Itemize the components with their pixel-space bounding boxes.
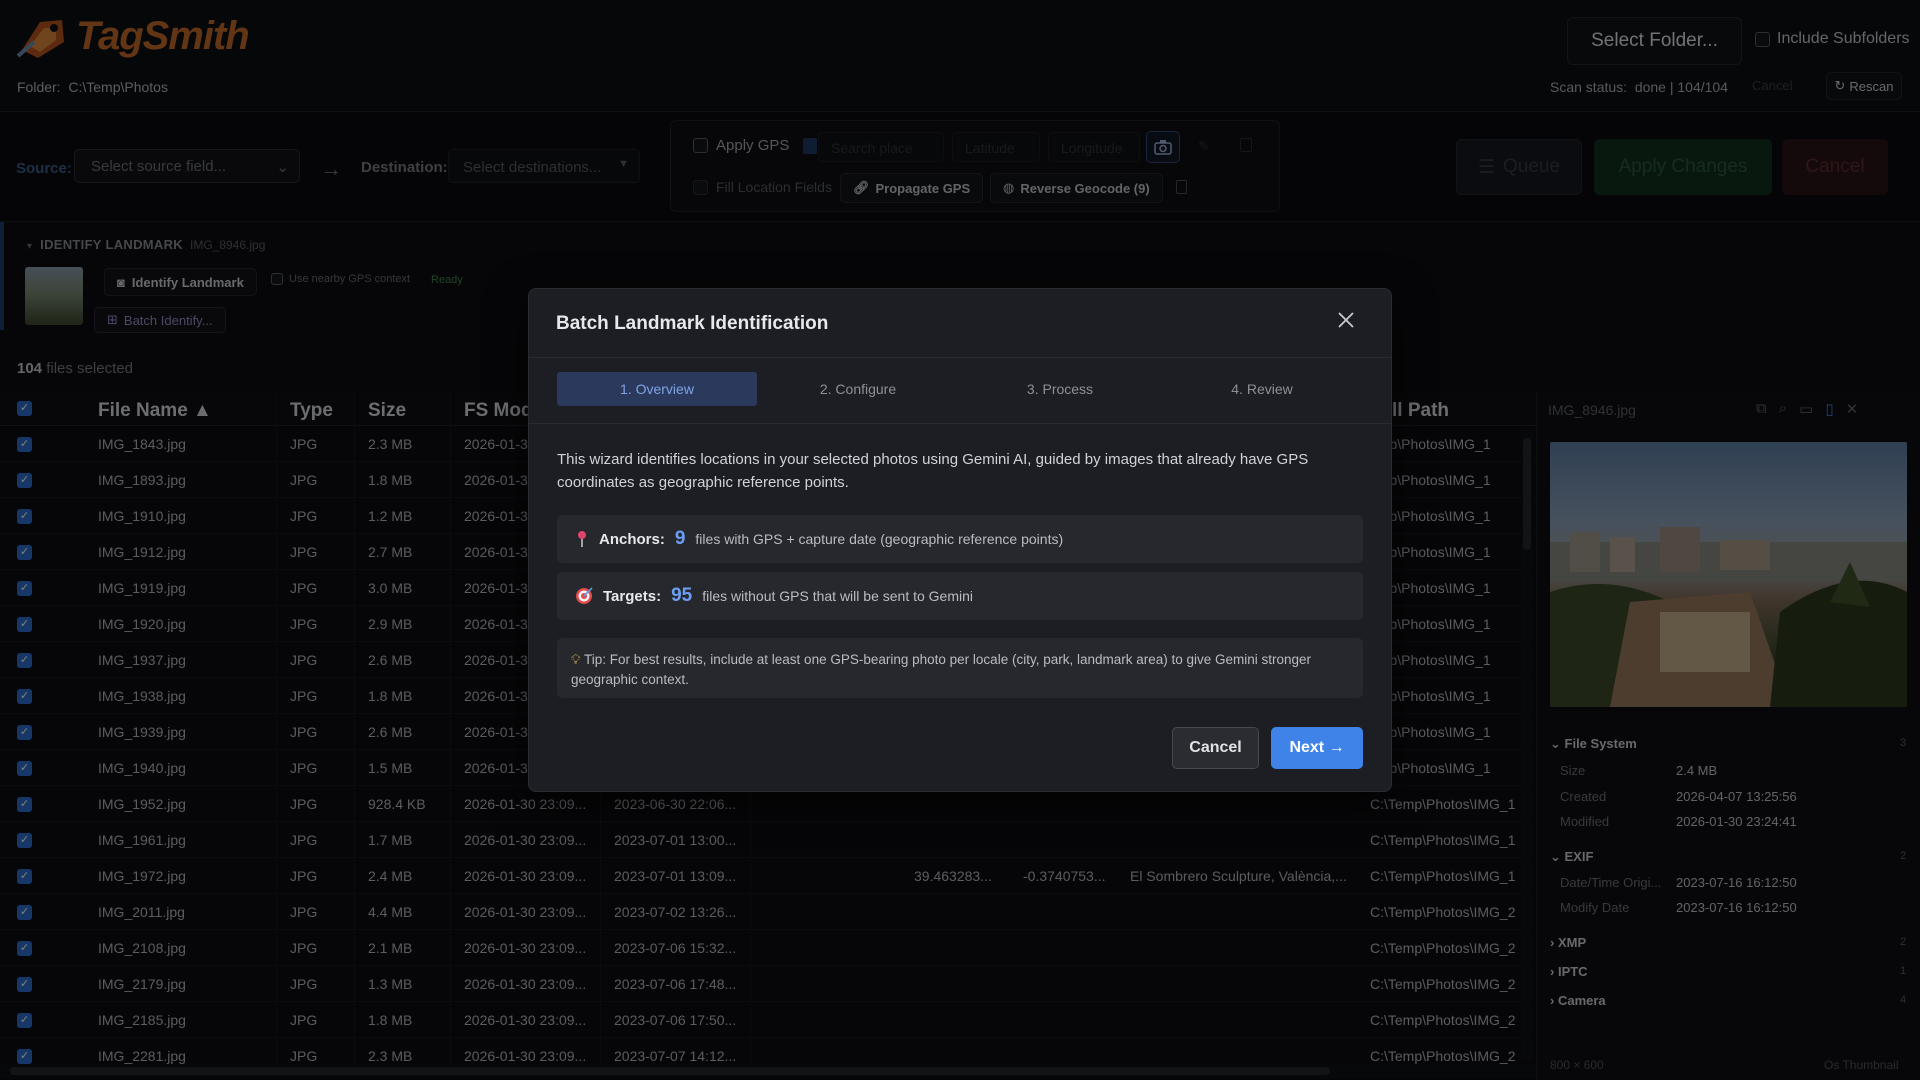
targets-label: Targets: xyxy=(603,587,662,605)
anchors-desc: files with GPS + capture date (geographi… xyxy=(695,531,1064,547)
pin-icon xyxy=(578,531,586,547)
dialog-description: This wizard identifies locations in your… xyxy=(557,451,1309,491)
targets-card: Targets: 95 files without GPS that will … xyxy=(557,572,1363,620)
dialog-cancel-button[interactable]: Cancel xyxy=(1172,727,1259,769)
step-overview[interactable]: 1. Overview xyxy=(557,372,757,406)
dialog-title: Batch Landmark Identification xyxy=(556,313,829,334)
dialog-next-button[interactable]: Next → xyxy=(1271,727,1363,769)
close-icon xyxy=(1338,312,1354,328)
anchors-card: Anchors: 9 files with GPS + capture date… xyxy=(557,515,1363,563)
divider xyxy=(529,423,1391,424)
step-process[interactable]: 3. Process xyxy=(960,372,1160,406)
close-button[interactable] xyxy=(1334,308,1358,332)
anchors-label: Anchors: xyxy=(599,530,665,548)
step-review[interactable]: 4. Review xyxy=(1162,372,1362,406)
targets-count: 95 xyxy=(671,585,693,606)
anchors-count: 9 xyxy=(674,528,686,549)
step-configure[interactable]: 2. Configure xyxy=(758,372,958,406)
tip-text: Tip: For best results, include at least … xyxy=(571,652,1312,687)
tip-box: 💡︎ Tip: For best results, include at lea… xyxy=(557,638,1363,698)
lightbulb-icon: 💡︎ xyxy=(571,652,581,667)
divider xyxy=(529,357,1391,358)
targets-desc: files without GPS that will be sent to G… xyxy=(702,588,974,604)
target-icon xyxy=(576,587,593,604)
